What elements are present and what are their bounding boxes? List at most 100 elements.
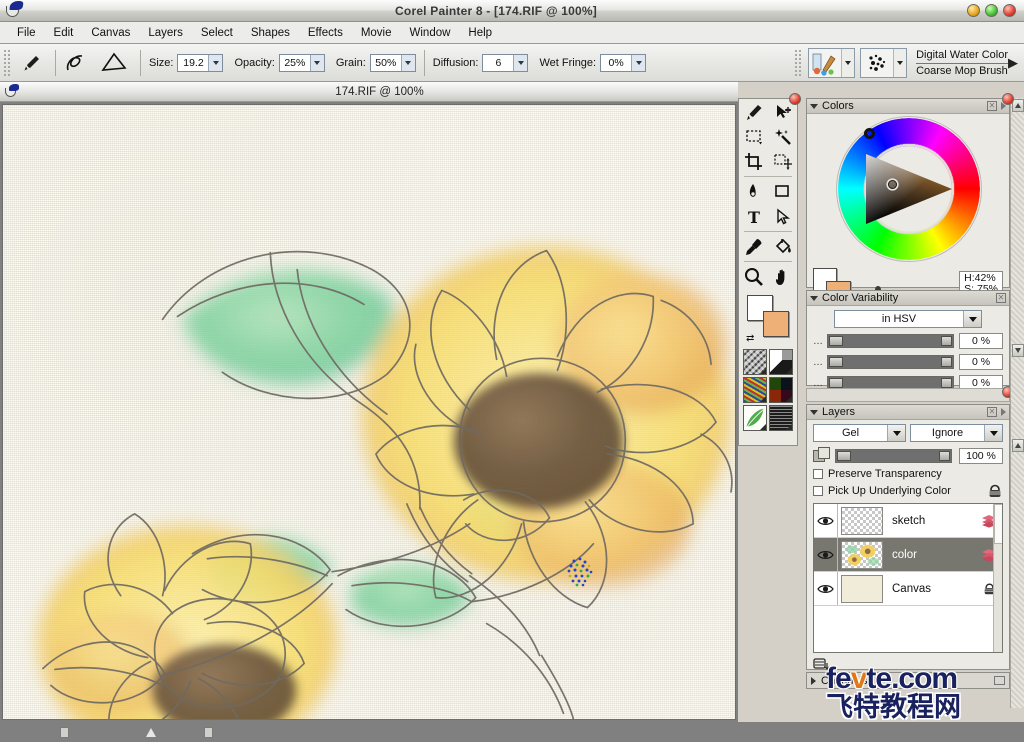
look-selector[interactable] <box>769 405 793 431</box>
palette-dock-scrollbar[interactable] <box>1010 98 1024 708</box>
layer-list-scrollbar[interactable] <box>993 504 1002 652</box>
layer-name[interactable]: Canvas <box>892 583 982 595</box>
composite-method-dropdown-arrow[interactable] <box>887 425 905 441</box>
menu-effects[interactable]: Effects <box>299 25 352 41</box>
text-tool[interactable]: T <box>739 204 768 229</box>
saturation-variability-value[interactable]: 0 % <box>959 354 1003 370</box>
straight-line-stroke-icon[interactable] <box>98 50 132 76</box>
channels-minimize-icon[interactable] <box>994 676 1005 685</box>
layer-row-color[interactable]: color <box>814 538 1002 572</box>
nozzle-selector[interactable] <box>743 405 767 431</box>
paper-selector[interactable] <box>743 349 767 375</box>
layers-palette-minimize-icon[interactable]: ✕ <box>987 407 997 417</box>
layer-visibility-toggle[interactable] <box>814 538 838 571</box>
grain-stepper[interactable]: 50% <box>369 53 416 72</box>
collapse-triangle-icon[interactable] <box>810 409 818 415</box>
dock-scroll-up-button[interactable] <box>1012 99 1024 112</box>
brush-selector-grip[interactable] <box>794 48 804 77</box>
pick-up-underlying-color-checkbox[interactable] <box>813 486 823 496</box>
brush-category-selector[interactable] <box>808 47 856 78</box>
size-stepper[interactable]: 19.2 <box>177 53 224 72</box>
dropper-tool[interactable] <box>739 234 768 259</box>
brush-tool[interactable] <box>739 99 768 124</box>
wet-fringe-dropdown-arrow[interactable] <box>631 54 646 71</box>
canvas-area[interactable] <box>0 102 738 722</box>
menu-edit[interactable]: Edit <box>45 25 83 41</box>
magic-wand-tool[interactable] <box>768 124 797 149</box>
collapse-triangle-icon[interactable] <box>810 295 818 301</box>
diffusion-dropdown-arrow[interactable] <box>513 54 528 71</box>
selection-adjuster-tool[interactable] <box>768 149 797 174</box>
color-variability-minimize-icon[interactable]: ✕ <box>996 293 1006 303</box>
layers-palette-menu-icon[interactable] <box>1001 408 1006 416</box>
canvas-viewport[interactable] <box>2 104 736 720</box>
hue-variability-value[interactable]: 0 % <box>959 333 1003 349</box>
menu-file[interactable]: File <box>8 25 45 41</box>
layer-list[interactable]: sketch color Canvas <box>813 503 1003 653</box>
pick-up-underlying-color-row[interactable]: Pick Up Underlying Color <box>813 483 1003 499</box>
layer-opacity-value[interactable]: 100 % <box>959 448 1003 464</box>
grain-dropdown-arrow[interactable] <box>400 54 415 71</box>
gradient-selector[interactable] <box>743 377 767 403</box>
brush-variant-dropdown-arrow[interactable] <box>893 48 907 77</box>
maximize-button[interactable] <box>985 4 998 17</box>
toolbox-color-swatches[interactable]: ⇄ <box>745 293 797 345</box>
zoom-slider-left-button[interactable] <box>60 727 69 738</box>
layers-palette-header[interactable]: Layers ✕ <box>807 405 1009 420</box>
foreground-color-swatch[interactable] <box>763 311 789 337</box>
brush-variant-selector[interactable] <box>860 47 908 78</box>
shape-tool[interactable] <box>768 179 797 204</box>
menu-select[interactable]: Select <box>192 25 242 41</box>
swap-colors-icon[interactable]: ⇄ <box>746 333 754 344</box>
pen-tool[interactable] <box>739 179 768 204</box>
variability-mode-dropdown-arrow[interactable] <box>963 311 981 327</box>
opacity-stepper[interactable]: 25% <box>278 53 325 72</box>
close-button[interactable] <box>1003 4 1016 17</box>
menu-layers[interactable]: Layers <box>139 25 192 41</box>
paint-bucket-tool[interactable] <box>768 234 797 259</box>
collapse-triangle-icon[interactable] <box>810 103 818 109</box>
brush-category-dropdown-arrow[interactable] <box>841 48 855 77</box>
menu-help[interactable]: Help <box>459 25 501 41</box>
layer-row-canvas[interactable]: Canvas <box>814 572 1002 606</box>
layer-name[interactable]: sketch <box>892 515 981 527</box>
color-wheel[interactable] <box>824 116 992 268</box>
dock-scroll-up-button-2[interactable] <box>1012 439 1024 452</box>
property-bar-grip[interactable] <box>3 48 12 77</box>
preserve-transparency-row[interactable]: Preserve Transparency <box>813 468 1003 480</box>
size-dropdown-arrow[interactable] <box>208 54 223 71</box>
layer-opacity-slider[interactable] <box>835 449 952 463</box>
layer-list-scrollbar-thumb[interactable] <box>994 504 1002 544</box>
saturation-variability-slider[interactable] <box>827 355 954 369</box>
layer-visibility-toggle[interactable] <box>814 504 838 537</box>
zoom-slider-knob[interactable] <box>145 728 156 737</box>
freehand-stroke-icon[interactable] <box>64 50 98 76</box>
layer-visibility-toggle[interactable] <box>814 572 838 605</box>
palette-drawer-handle[interactable] <box>806 386 1014 402</box>
pattern-selector[interactable] <box>769 349 793 375</box>
rectangular-selection-tool[interactable] <box>739 124 768 149</box>
shape-selection-tool[interactable] <box>768 204 797 229</box>
hue-variability-slider[interactable] <box>827 334 954 348</box>
hue-ring-marker[interactable] <box>864 128 875 139</box>
colors-palette-minimize-icon[interactable]: ✕ <box>987 101 997 111</box>
diffusion-stepper[interactable]: 6 <box>482 53 529 72</box>
zoom-slider-right-button[interactable] <box>204 727 213 738</box>
lock-icon[interactable] <box>987 483 1003 499</box>
menu-window[interactable]: Window <box>401 25 460 41</box>
variability-mode-select[interactable]: in HSV <box>834 310 982 328</box>
composite-depth-select[interactable]: Ignore <box>910 424 1003 442</box>
menu-shapes[interactable]: Shapes <box>242 25 299 41</box>
weave-selector[interactable] <box>769 377 793 403</box>
minimize-button[interactable] <box>967 4 980 17</box>
property-bar-overflow-arrow[interactable]: ▶ <box>1008 55 1018 71</box>
colors-palette-header[interactable]: Colors ✕ <box>807 99 1009 114</box>
dock-scroll-down-button[interactable] <box>1012 344 1024 357</box>
layer-name[interactable]: color <box>892 549 981 561</box>
menu-canvas[interactable]: Canvas <box>82 25 139 41</box>
new-layer-icon[interactable] <box>813 656 830 670</box>
magnifier-tool[interactable] <box>739 264 768 289</box>
menu-movie[interactable]: Movie <box>352 25 401 41</box>
wet-fringe-stepper[interactable]: 0% <box>600 53 647 72</box>
layer-row-sketch[interactable]: sketch <box>814 504 1002 538</box>
